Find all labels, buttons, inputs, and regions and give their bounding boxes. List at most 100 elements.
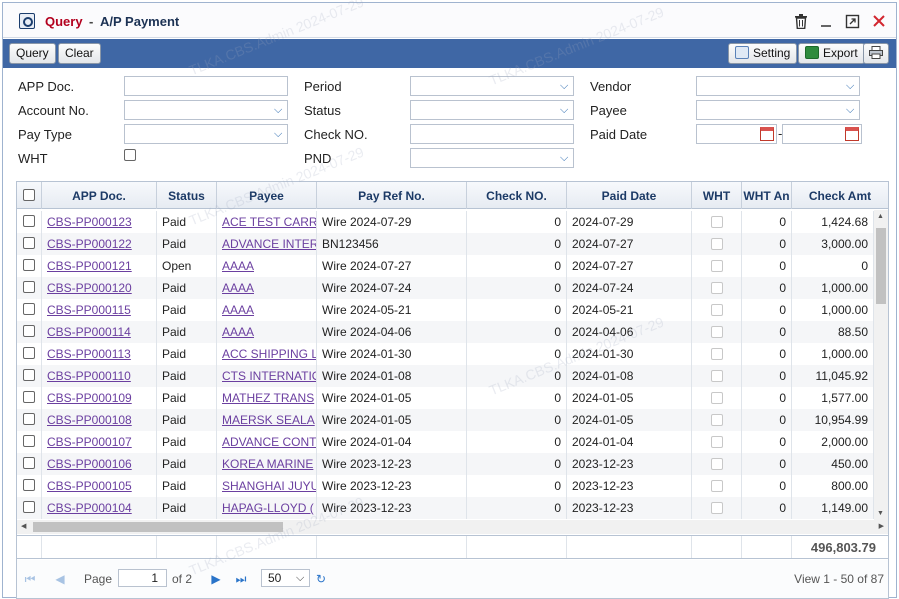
table-row[interactable]: CBS-PP000115 Paid AAAA Wire 2024-05-21 0 2024… (17, 299, 874, 321)
payee-link[interactable]: ACC SHIPPING L (217, 343, 317, 365)
payee-link[interactable]: AAAA (217, 321, 317, 343)
payee-link[interactable]: AAAA (217, 299, 317, 321)
paid-date-from-input[interactable] (696, 124, 777, 144)
scroll-left-icon[interactable]: ◀ (21, 522, 26, 530)
payee-select[interactable]: ⌵ (696, 100, 860, 120)
payee-link[interactable]: ADVANCE CONT (217, 431, 317, 453)
prev-page-icon[interactable]: ◀ (53, 572, 67, 586)
account-no-select[interactable]: ⌵ (124, 100, 288, 120)
app-doc-link[interactable]: CBS-PP000123 (42, 211, 157, 233)
app-doc-link[interactable]: CBS-PP000107 (42, 431, 157, 453)
row-checkbox[interactable] (23, 303, 35, 315)
wht-checkbox[interactable] (124, 149, 136, 161)
app-doc-link[interactable]: CBS-PP000106 (42, 453, 157, 475)
clear-button[interactable]: Clear (58, 43, 101, 64)
payee-link[interactable]: SHANGHAI JUYU (217, 475, 317, 497)
payee-link[interactable]: AAAA (217, 255, 317, 277)
first-page-icon[interactable]: ⏮ (23, 572, 37, 586)
vertical-scroll-thumb[interactable] (876, 228, 886, 304)
col-pay-ref-no[interactable]: Pay Ref No. (317, 182, 467, 209)
app-doc-link[interactable]: CBS-PP000122 (42, 233, 157, 255)
status-select[interactable]: ⌵ (410, 100, 574, 120)
horizontal-scroll-thumb[interactable] (33, 522, 283, 532)
row-checkbox[interactable] (23, 457, 35, 469)
export-button[interactable]: Export (798, 43, 865, 64)
app-doc-link[interactable]: CBS-PP000120 (42, 277, 157, 299)
col-check-amt[interactable]: Check Amt (792, 182, 888, 209)
minimize-icon[interactable] (818, 14, 834, 30)
table-row[interactable]: CBS-PP000113 Paid ACC SHIPPING L Wire 2024-… (17, 343, 874, 365)
vendor-select[interactable]: ⌵ (696, 76, 860, 96)
col-check-no[interactable]: Check NO. (467, 182, 567, 209)
paid-date-to-input[interactable] (782, 124, 862, 144)
print-button[interactable] (863, 43, 889, 64)
row-checkbox[interactable] (23, 501, 35, 513)
col-paid-date[interactable]: Paid Date (567, 182, 692, 209)
page-size-select[interactable]: 50 ⌵ (261, 569, 310, 587)
check-no-input[interactable] (410, 124, 574, 144)
calendar-icon[interactable] (845, 127, 859, 141)
col-app-doc[interactable]: APP Doc. (42, 182, 157, 209)
pnd-select[interactable]: ⌵ (410, 148, 574, 168)
row-checkbox[interactable] (23, 435, 35, 447)
table-row[interactable]: CBS-PP000104 Paid HAPAG-LLOYD (Wire 2023-1… (17, 497, 874, 519)
last-page-icon[interactable]: ⏭ (234, 572, 248, 586)
row-checkbox[interactable] (23, 325, 35, 337)
payee-link[interactable]: AAAA (217, 277, 317, 299)
col-payee[interactable]: Payee (217, 182, 317, 209)
app-doc-link[interactable]: CBS-PP000110 (42, 365, 157, 387)
payee-link[interactable]: MAERSK SEALA (217, 409, 317, 431)
horizontal-scrollbar[interactable]: ◀ ▶ (17, 520, 888, 534)
payee-link[interactable]: CTS INTERNATIO (217, 365, 317, 387)
row-checkbox[interactable] (23, 369, 35, 381)
refresh-icon[interactable]: ↻ (314, 572, 328, 586)
app-doc-link[interactable]: CBS-PP000113 (42, 343, 157, 365)
period-select[interactable]: ⌵ (410, 76, 574, 96)
payee-link[interactable]: MATHEZ TRANS (217, 387, 317, 409)
maximize-icon[interactable] (844, 14, 860, 30)
setting-button[interactable]: Setting (728, 43, 798, 64)
table-row[interactable]: CBS-PP000121 Open AAAA Wire 2024-07-27 0 2024… (17, 255, 874, 277)
pay-type-select[interactable]: ⌵ (124, 124, 288, 144)
app-doc-link[interactable]: CBS-PP000108 (42, 409, 157, 431)
scroll-up-icon[interactable]: ▲ (877, 213, 884, 220)
app-doc-link[interactable]: CBS-PP000115 (42, 299, 157, 321)
close-icon[interactable] (871, 14, 887, 30)
col-wht-amount[interactable]: WHT An (742, 182, 792, 209)
table-row[interactable]: CBS-PP000108 Paid MAERSK SEALA Wire 2024-01… (17, 409, 874, 431)
calendar-icon[interactable] (760, 127, 774, 141)
app-doc-input[interactable] (124, 76, 288, 96)
table-row[interactable]: CBS-PP000109 Paid MATHEZ TRANS Wire 2024-01… (17, 387, 874, 409)
table-row[interactable]: CBS-PP000107 Paid ADVANCE CONT Wire 2024-01… (17, 431, 874, 453)
select-all-checkbox[interactable] (23, 189, 35, 201)
payee-link[interactable]: ACE TEST CARR (217, 211, 317, 233)
table-row[interactable]: CBS-PP000110 Paid CTS INTERNATIO Wire 2024-… (17, 365, 874, 387)
trash-icon[interactable] (793, 14, 809, 30)
row-checkbox[interactable] (23, 281, 35, 293)
row-checkbox[interactable] (23, 237, 35, 249)
row-checkbox[interactable] (23, 391, 35, 403)
row-checkbox[interactable] (23, 347, 35, 359)
payee-link[interactable]: HAPAG-LLOYD ( (217, 497, 317, 519)
row-checkbox[interactable] (23, 259, 35, 271)
app-doc-link[interactable]: CBS-PP000114 (42, 321, 157, 343)
next-page-icon[interactable]: ▶ (209, 572, 223, 586)
col-status[interactable]: Status (157, 182, 217, 209)
table-row[interactable]: CBS-PP000123 Paid ACE TEST CARR Wire 2024-0… (17, 211, 874, 233)
table-row[interactable]: CBS-PP000120 Paid AAAA Wire 2024-07-24 0 2024… (17, 277, 874, 299)
col-wht[interactable]: WHT (692, 182, 742, 209)
row-checkbox[interactable] (23, 479, 35, 491)
vertical-scrollbar[interactable]: ▲ ▼ (874, 210, 888, 520)
payee-link[interactable]: ADVANCE INTER (217, 233, 317, 255)
table-row[interactable]: CBS-PP000114 Paid AAAA Wire 2024-04-06 0 2024… (17, 321, 874, 343)
app-doc-link[interactable]: CBS-PP000109 (42, 387, 157, 409)
table-row[interactable]: CBS-PP000122 Paid ADVANCE INTER BN123456 0 20… (17, 233, 874, 255)
row-checkbox[interactable] (23, 215, 35, 227)
app-doc-link[interactable]: CBS-PP000121 (42, 255, 157, 277)
query-button[interactable]: Query (9, 43, 56, 64)
table-row[interactable]: CBS-PP000105 Paid SHANGHAI JUYU Wire 2023-1… (17, 475, 874, 497)
app-doc-link[interactable]: CBS-PP000105 (42, 475, 157, 497)
scroll-right-icon[interactable]: ▶ (879, 522, 884, 530)
table-row[interactable]: CBS-PP000106 Paid KOREA MARINE Wire 2023-12… (17, 453, 874, 475)
row-checkbox[interactable] (23, 413, 35, 425)
